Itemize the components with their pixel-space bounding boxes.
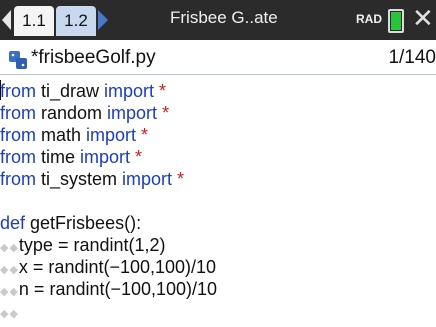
code-keyword: import — [104, 81, 155, 101]
code-line[interactable]: ◆◆n = randint(−100,100)/10 — [0, 278, 436, 300]
code-keyword: import — [107, 103, 158, 123]
code-line[interactable]: from ti_draw import * — [0, 80, 436, 102]
battery-icon — [388, 9, 404, 33]
code-text: time — [36, 147, 81, 167]
code-line-empty[interactable] — [0, 190, 436, 212]
code-line[interactable]: from ti_system import * — [0, 168, 436, 190]
close-icon[interactable]: ✕ — [412, 3, 434, 33]
code-keyword: import — [80, 147, 131, 167]
code-line[interactable]: from random import * — [0, 102, 436, 124]
file-name: *frisbeeGolf.py — [31, 47, 156, 68]
tab-1-2[interactable]: 1.2 — [56, 6, 96, 36]
python-icon — [9, 51, 27, 69]
indent-dots: ◆◆ — [0, 308, 19, 320]
document-title: Frisbee G..ate — [170, 8, 278, 27]
code-text: ti_system — [36, 169, 123, 189]
code-line[interactable]: from math import * — [0, 124, 436, 146]
code-star: * — [172, 169, 185, 189]
code-line[interactable]: ◆◆x = randint(−100,100)/10 — [0, 256, 436, 278]
code-keyword: import — [86, 125, 137, 145]
code-text: type = randint(1,2) — [18, 235, 166, 255]
code-star: * — [130, 147, 143, 167]
code-star: * — [157, 103, 170, 123]
scroll-left-icon[interactable] — [2, 10, 11, 30]
code-text: x = randint(−100,100)/10 — [18, 257, 217, 277]
indent-dots: ◆◆ — [0, 264, 19, 276]
code-keyword: from — [0, 169, 36, 189]
code-text: random — [36, 103, 108, 123]
code-text: ti_draw — [36, 81, 105, 101]
code-line[interactable]: ◆◆type = randint(1,2) — [0, 234, 436, 256]
tab-1-1[interactable]: 1.1 — [14, 6, 54, 36]
code-text: math — [36, 125, 87, 145]
code-line[interactable]: from time import * — [0, 146, 436, 168]
code-line[interactable]: ◆◆ — [0, 300, 436, 322]
code-text: getFrisbees(): — [25, 213, 142, 233]
code-keyword: from — [0, 147, 36, 167]
code-keyword: def — [0, 213, 26, 233]
code-line[interactable]: def getFrisbees(): — [0, 212, 436, 234]
code-keyword: from — [0, 103, 36, 123]
code-keyword: from — [0, 125, 36, 145]
scroll-right-icon[interactable] — [98, 10, 108, 30]
code-text: n = randint(−100,100)/10 — [18, 279, 218, 299]
top-bar: 1.1 1.2 Frisbee G..ate RAD ✕ — [0, 0, 436, 40]
angle-mode-indicator: RAD — [356, 12, 382, 26]
code-keyword: from — [0, 81, 36, 101]
code-star: * — [136, 125, 149, 145]
code-keyword: import — [122, 169, 173, 189]
text-cursor — [0, 80, 1, 100]
line-indicator: 1/140 — [388, 47, 436, 68]
code-editor[interactable]: from ti_draw import * from random import… — [0, 80, 436, 322]
indent-dots: ◆◆ — [0, 242, 19, 254]
code-star: * — [154, 81, 167, 101]
indent-dots: ◆◆ — [0, 286, 19, 298]
